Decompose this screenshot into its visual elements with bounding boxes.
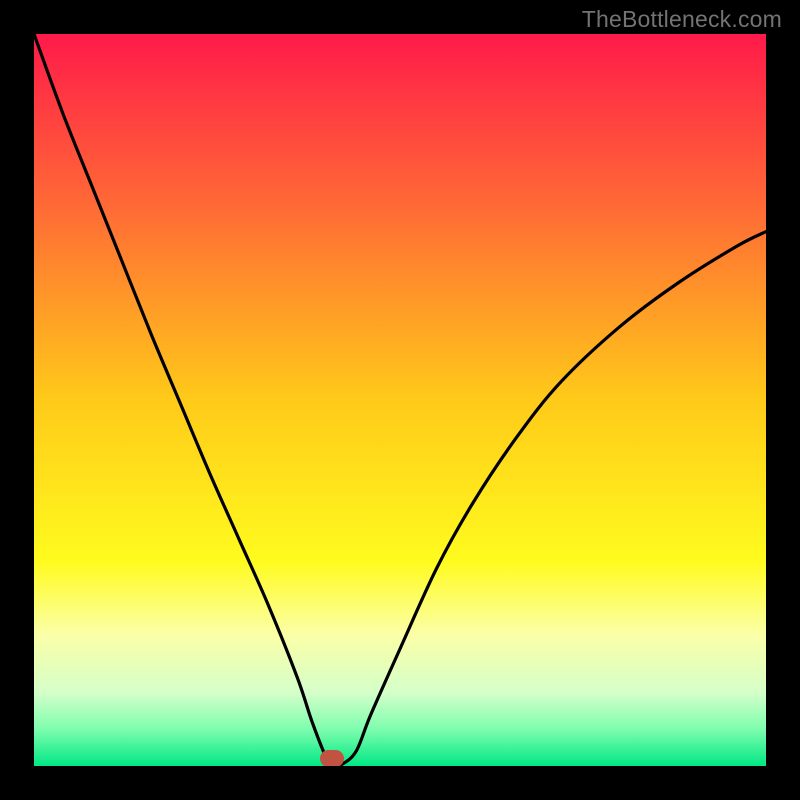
gradient-background — [34, 34, 766, 766]
watermark: TheBottleneck.com — [582, 6, 782, 33]
minimum-marker — [320, 750, 344, 766]
plot-svg — [34, 34, 766, 766]
plot-area — [34, 34, 766, 766]
